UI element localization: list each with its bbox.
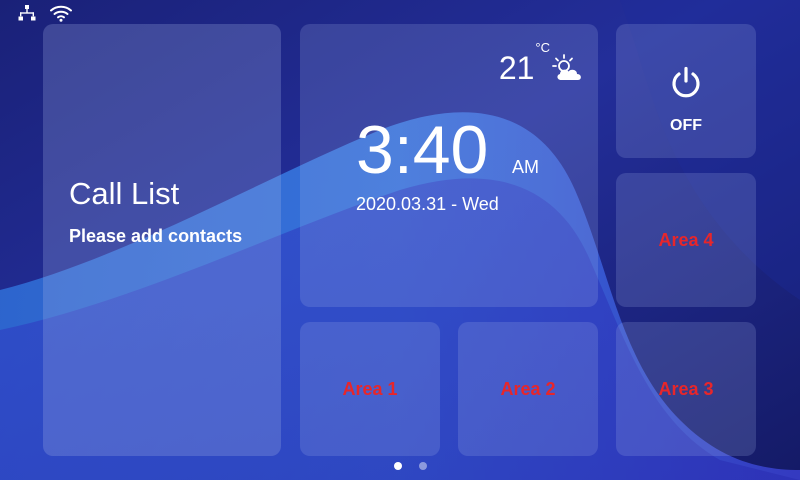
clock-weather-tile[interactable]: 21 °C 3:40 AM 2020.03.31 - Wed [300,24,598,307]
call-list-subtitle: Please add contacts [69,226,243,246]
weather-widget: 21 °C [499,38,584,84]
area-4-button[interactable]: Area 4 [616,173,756,307]
area-2-button[interactable]: Area 2 [458,322,598,456]
area-label: Area 2 [500,378,556,399]
area-1-button[interactable]: Area 1 [300,322,440,456]
area-label: Area 1 [342,378,398,399]
temperature-unit: °C [535,40,550,55]
network-icon [18,5,36,21]
call-list-tile[interactable]: Call List Please add contacts [43,24,281,456]
area-label: Area 4 [658,229,714,250]
partly-cloudy-icon [552,54,581,80]
clock-time: 3:40 [356,112,489,188]
page-dot-1[interactable] [394,462,402,470]
clock-meridiem: AM [512,157,539,177]
power-icon [672,66,700,98]
area-3-button[interactable]: Area 3 [616,322,756,456]
clock-date: 2020.03.31 - Wed [356,194,499,214]
call-list-title: Call List [69,176,180,211]
area-label: Area 3 [658,378,714,399]
wifi-icon [50,5,72,22]
page-dot-2[interactable] [419,462,427,470]
power-label: OFF [670,117,702,134]
page-indicator [394,462,427,470]
temperature-value: 21 [498,50,535,86]
status-bar [18,2,72,24]
power-button[interactable]: OFF [616,24,756,158]
